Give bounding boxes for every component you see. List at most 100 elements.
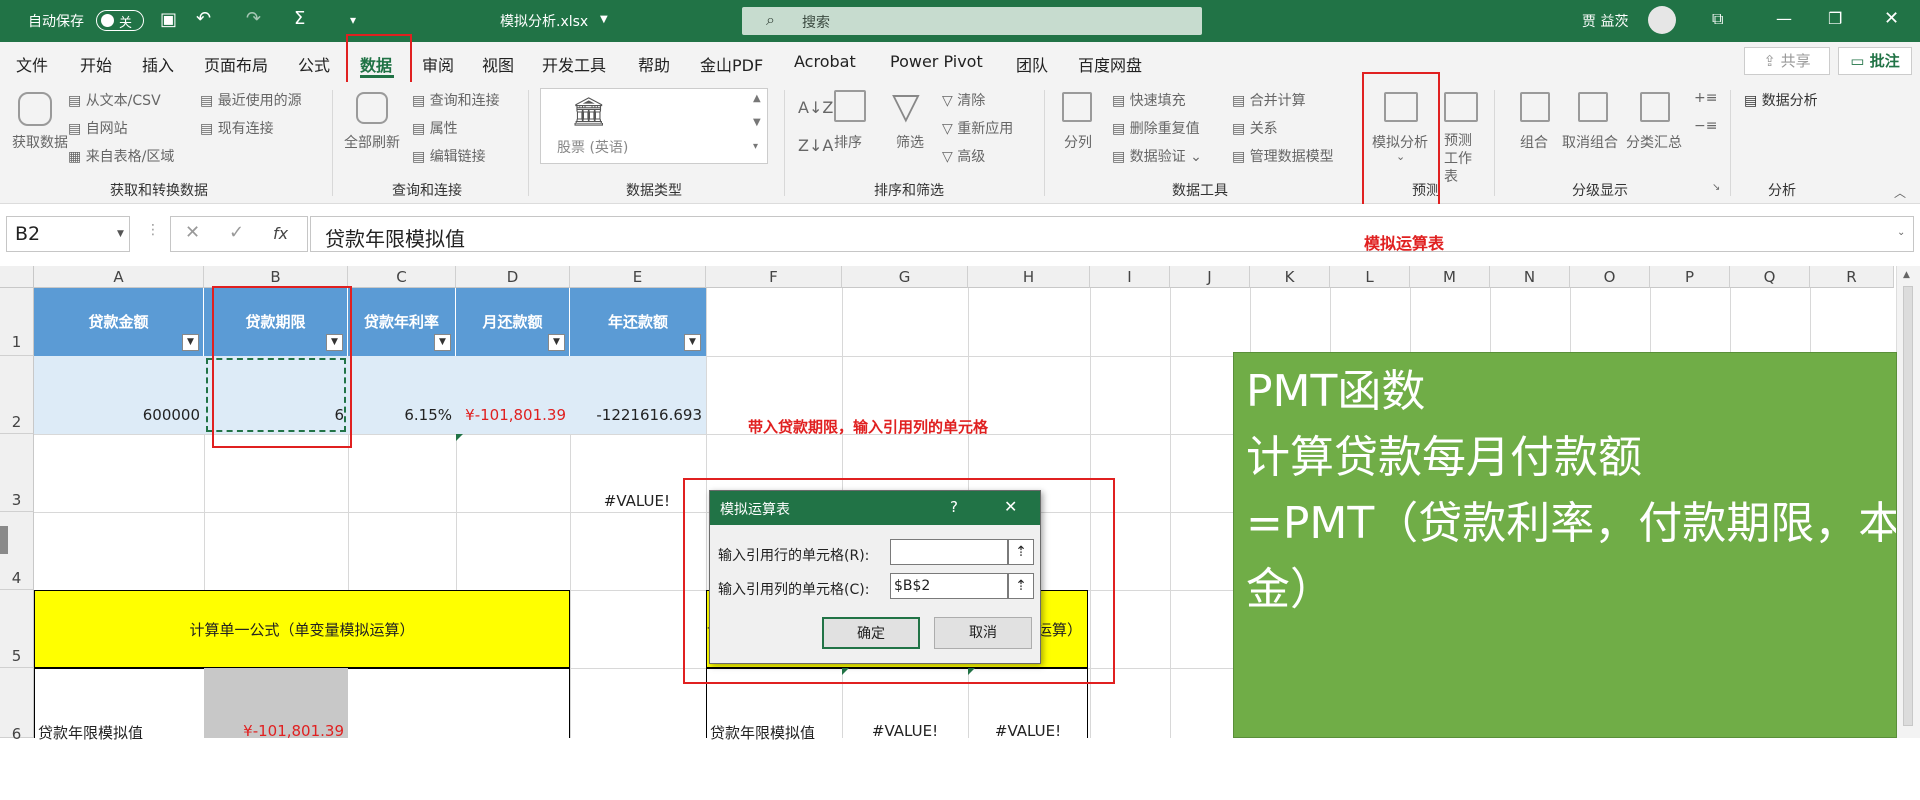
- cell-g6[interactable]: #VALUE!: [842, 722, 968, 740]
- minimize-icon[interactable]: —: [1776, 9, 1792, 28]
- tab-developer[interactable]: 开发工具: [542, 52, 606, 76]
- close-icon[interactable]: ✕: [1884, 8, 1899, 29]
- expand-formula-icon[interactable]: ⌄: [1897, 227, 1905, 238]
- share-button[interactable]: ⇪ 共享: [1744, 47, 1830, 75]
- text-to-columns-button[interactable]: 分列: [1064, 132, 1092, 152]
- scroll-down-icon[interactable]: ▼: [753, 117, 761, 128]
- filter-dropdown-button[interactable]: ▼: [548, 334, 565, 351]
- queries-connections-button[interactable]: ▤ 查询和连接: [412, 90, 500, 110]
- row-header[interactable]: 5: [0, 590, 34, 668]
- from-web-button[interactable]: ▤ 自网站: [68, 118, 128, 138]
- filter-dropdown-button[interactable]: ▼: [434, 334, 451, 351]
- relationships-button[interactable]: ▤ 关系: [1232, 118, 1278, 138]
- enter-icon[interactable]: ✓: [229, 222, 244, 243]
- row-header[interactable]: 1: [0, 288, 34, 356]
- column-header[interactable]: M: [1410, 266, 1490, 288]
- recent-sources-button[interactable]: ▤ 最近使用的源: [200, 90, 302, 110]
- collapse-ribbon-icon[interactable]: ︿: [1894, 184, 1906, 201]
- cell-f6[interactable]: 贷款年限模拟值: [710, 722, 842, 743]
- subtotal-button[interactable]: 分类汇总: [1626, 132, 1682, 152]
- column-header[interactable]: E: [570, 266, 706, 288]
- column-header[interactable]: O: [1570, 266, 1650, 288]
- cell-e2[interactable]: -1221616.693: [570, 406, 702, 424]
- cell-e3[interactable]: #VALUE!: [570, 492, 670, 510]
- filter-button[interactable]: 筛选: [896, 132, 924, 152]
- insert-function-icon[interactable]: fx: [273, 224, 288, 243]
- scrollbar-thumb[interactable]: [1903, 286, 1913, 726]
- comment-button[interactable]: ▭ 批注: [1838, 47, 1912, 75]
- flash-fill-button[interactable]: ▤ 快速填充: [1112, 90, 1186, 110]
- hide-detail-icon[interactable]: −≡: [1694, 118, 1717, 134]
- from-text-button[interactable]: ▤ 从文本/CSV: [68, 90, 161, 110]
- tab-baidu-netdisk[interactable]: 百度网盘: [1078, 52, 1142, 76]
- data-types-gallery[interactable]: 🏛 股票 (英语) ▲ ▼ ▾: [540, 88, 768, 164]
- properties-button[interactable]: ▤ 属性: [412, 118, 458, 138]
- formula-input[interactable]: 贷款年限模拟值 ⌄: [310, 216, 1914, 252]
- file-name[interactable]: 模拟分析.xlsx: [500, 11, 588, 31]
- cell-d2[interactable]: ¥-101,801.39: [456, 406, 566, 424]
- autosum-icon[interactable]: Σ: [294, 8, 305, 29]
- restore-icon[interactable]: ❐: [1828, 9, 1842, 28]
- column-header[interactable]: F: [706, 266, 842, 288]
- remove-duplicates-button[interactable]: ▤ 删除重复值: [1112, 118, 1200, 138]
- cell-a6[interactable]: 贷款年限模拟值: [38, 722, 202, 743]
- ok-button[interactable]: 确定: [822, 617, 920, 649]
- tab-page-layout[interactable]: 页面布局: [204, 52, 268, 76]
- edit-links-button[interactable]: ▤ 编辑链接: [412, 146, 486, 166]
- data-analysis-button[interactable]: ▤ 数据分析: [1744, 90, 1818, 110]
- clear-button[interactable]: ▽ 清除: [942, 90, 985, 110]
- ribbon-display-icon[interactable]: ⧉: [1712, 9, 1723, 29]
- tab-power-pivot[interactable]: Power Pivot: [890, 52, 983, 71]
- data-validation-button[interactable]: ▤ 数据验证 ⌄: [1112, 146, 1202, 166]
- group-button[interactable]: 组合: [1520, 132, 1548, 152]
- select-all-corner[interactable]: [0, 266, 34, 288]
- column-header[interactable]: B: [204, 266, 348, 288]
- scroll-up-icon[interactable]: ▲: [1903, 270, 1910, 280]
- cell-b6[interactable]: ¥-101,801.39: [204, 722, 344, 740]
- cancel-icon[interactable]: ✕: [185, 222, 200, 243]
- refresh-all-button[interactable]: 全部刷新: [344, 132, 400, 152]
- ungroup-button[interactable]: 取消组合: [1562, 132, 1618, 152]
- cell-a2[interactable]: 600000: [34, 406, 200, 424]
- filter-dropdown-button[interactable]: ▼: [182, 334, 199, 351]
- avatar[interactable]: [1648, 6, 1676, 34]
- name-box[interactable]: B2 ▼: [6, 216, 130, 252]
- cell-c2[interactable]: 6.15%: [348, 406, 452, 424]
- cell-a1[interactable]: 贷款金额: [34, 288, 204, 356]
- tab-insert[interactable]: 插入: [142, 52, 174, 76]
- tab-view[interactable]: 视图: [482, 52, 514, 76]
- pmt-note-shape[interactable]: PMT函数 计算贷款每月付款额 =PMT（贷款利率，付款期限，本 金）: [1233, 352, 1897, 738]
- row-header[interactable]: 2: [0, 356, 34, 434]
- tab-team[interactable]: 团队: [1016, 52, 1048, 76]
- autosave-toggle[interactable]: 关: [96, 10, 144, 31]
- cell-h6[interactable]: #VALUE!: [968, 722, 1088, 740]
- scroll-up-icon[interactable]: ▲: [753, 93, 761, 104]
- tab-file[interactable]: 文件: [16, 52, 48, 76]
- from-table-button[interactable]: ▦ 来自表格/区域: [68, 146, 174, 166]
- vertical-scrollbar[interactable]: ▲: [1896, 266, 1920, 738]
- merged-a5-d5[interactable]: 计算单一公式（单变量模拟运算）: [34, 590, 570, 668]
- tab-acrobat[interactable]: Acrobat: [794, 52, 856, 71]
- dialog-title-bar[interactable]: 模拟运算表 ? ✕: [710, 491, 1040, 525]
- tab-review[interactable]: 审阅: [422, 52, 454, 76]
- row-header[interactable]: 3: [0, 434, 34, 512]
- column-header[interactable]: A: [34, 266, 204, 288]
- advanced-button[interactable]: ▽ 高级: [942, 146, 985, 166]
- get-data-button[interactable]: 获取数据: [12, 132, 68, 152]
- manage-data-model-button[interactable]: ▤ 管理数据模型: [1232, 146, 1334, 166]
- tab-kingsoft-pdf[interactable]: 金山PDF: [700, 52, 763, 76]
- redo-icon[interactable]: ↷: [246, 8, 261, 29]
- expand-gallery-icon[interactable]: ▾: [753, 141, 758, 152]
- column-header[interactable]: N: [1490, 266, 1570, 288]
- filter-dropdown-button[interactable]: ▼: [684, 334, 701, 351]
- column-header[interactable]: J: [1170, 266, 1250, 288]
- column-header[interactable]: P: [1650, 266, 1730, 288]
- tab-home[interactable]: 开始: [80, 52, 112, 76]
- sort-az-icon[interactable]: A↓Z: [798, 98, 833, 117]
- search-box[interactable]: ⌕ 搜索: [742, 7, 1202, 35]
- row-input-field[interactable]: [890, 539, 1008, 565]
- row-header[interactable]: 6: [0, 668, 34, 743]
- column-header[interactable]: H: [968, 266, 1090, 288]
- collapse-dialog-icon[interactable]: ⇡: [1008, 573, 1034, 599]
- column-header[interactable]: D: [456, 266, 570, 288]
